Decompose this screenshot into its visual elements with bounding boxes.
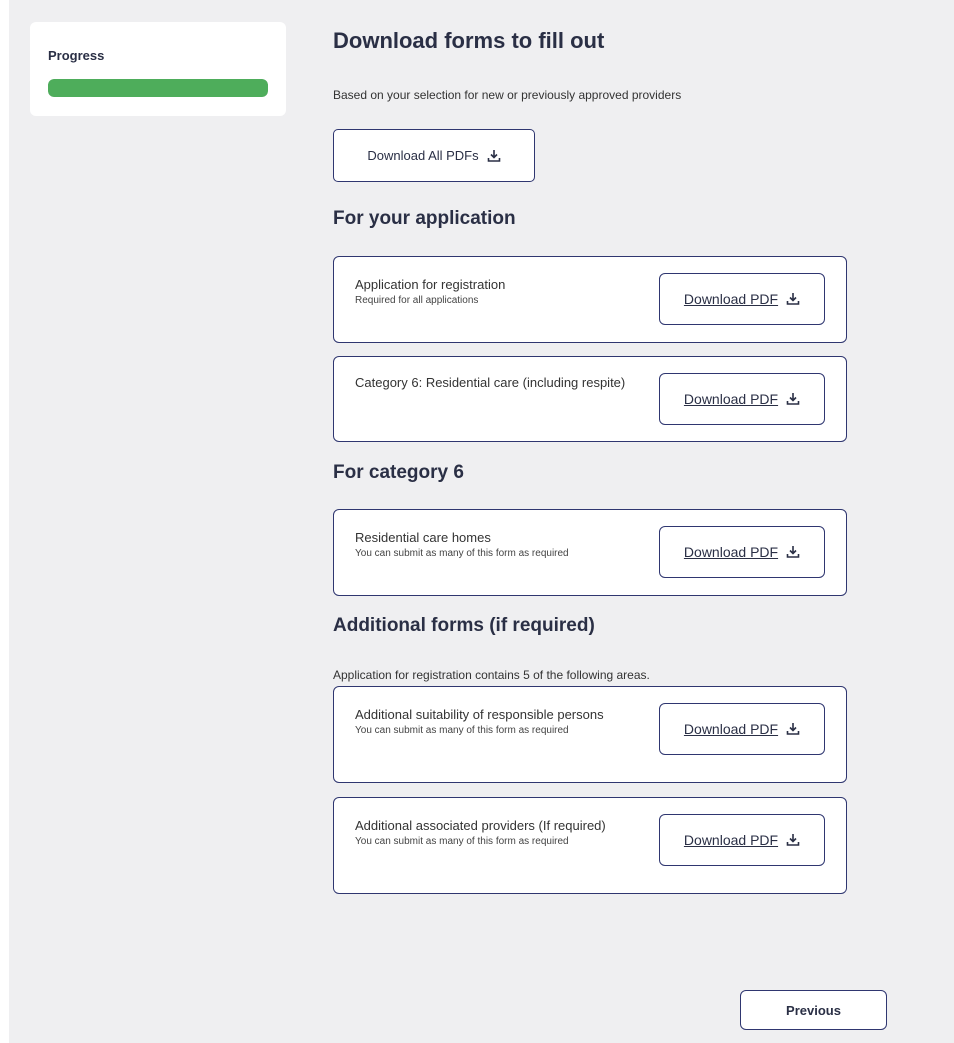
section-title-category-6: For category 6 [333, 462, 464, 483]
download-pdf-button[interactable]: Download PDF [659, 703, 825, 755]
card-subtitle: You can submit as many of this form as r… [355, 836, 569, 847]
download-pdf-label: Download PDF [683, 721, 779, 737]
card-title: Additional associated providers (If requ… [355, 818, 606, 833]
form-card-additional-associated-providers: Additional associated providers (If requ… [333, 797, 847, 894]
section-title-additional-forms: Additional forms (if required) [333, 615, 595, 636]
form-card-application-registration: Application for registration Required fo… [333, 256, 847, 343]
card-text: Residential care homes You can submit as… [355, 529, 655, 561]
card-title: Application for registration [355, 277, 506, 292]
download-icon [786, 545, 800, 559]
card-title: Residential care homes [355, 530, 491, 545]
download-all-pdfs-button[interactable]: Download All PDFs [333, 129, 535, 182]
download-pdf-label: Download PDF [683, 291, 779, 307]
card-subtitle: Required for all applications [355, 295, 479, 306]
download-icon [786, 292, 800, 306]
download-icon [786, 722, 800, 736]
card-text: Additional associated providers (If requ… [355, 817, 655, 849]
page-subtitle: Based on your selection for new or previ… [333, 88, 682, 102]
download-pdf-button[interactable]: Download PDF [659, 373, 825, 425]
previous-button[interactable]: Previous [740, 990, 887, 1030]
progress-bar [48, 79, 268, 97]
download-pdf-button[interactable]: Download PDF [659, 526, 825, 578]
form-card-category-6-residential: Category 6: Residential care (including … [333, 356, 847, 442]
form-card-additional-suitability: Additional suitability of responsible pe… [333, 686, 847, 783]
download-icon [487, 149, 501, 163]
download-pdf-button[interactable]: Download PDF [659, 273, 825, 325]
card-title: Additional suitability of responsible pe… [355, 707, 604, 722]
progress-label: Progress [48, 48, 105, 63]
page-title: Download forms to fill out [333, 28, 605, 53]
card-subtitle: You can submit as many of this form as r… [355, 548, 569, 559]
download-pdf-button[interactable]: Download PDF [659, 814, 825, 866]
progress-bar-fill [48, 79, 268, 97]
download-icon [786, 833, 800, 847]
card-subtitle: You can submit as many of this form as r… [355, 725, 569, 736]
card-text: Category 6: Residential care (including … [355, 374, 655, 392]
form-card-residential-care-homes: Residential care homes You can submit as… [333, 509, 847, 596]
progress-card: Progress [30, 22, 286, 116]
download-pdf-label: Download PDF [683, 391, 779, 407]
card-text: Additional suitability of responsible pe… [355, 706, 655, 738]
download-pdf-label: Download PDF [683, 832, 779, 848]
section-note: Application for registration contains 5 … [333, 668, 650, 682]
download-icon [786, 392, 800, 406]
card-title: Category 6: Residential care (including … [355, 375, 626, 390]
section-title-application: For your application [333, 208, 516, 229]
download-all-label: Download All PDFs [367, 148, 479, 163]
card-text: Application for registration Required fo… [355, 276, 655, 308]
download-pdf-label: Download PDF [683, 544, 779, 560]
